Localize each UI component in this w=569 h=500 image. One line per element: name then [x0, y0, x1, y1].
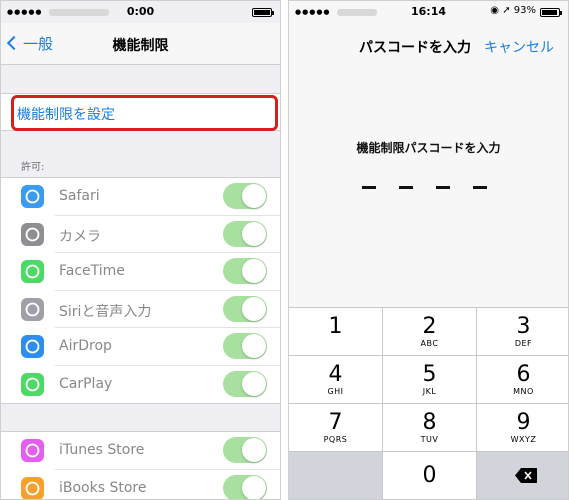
- key-digit: 4: [328, 362, 343, 387]
- keypad-key-5[interactable]: 5 JKL: [383, 356, 477, 404]
- row-label: iTunes Store: [59, 442, 145, 458]
- keypad-key-3[interactable]: 3 DEF: [477, 308, 568, 356]
- keypad-key-1[interactable]: 1: [289, 308, 383, 356]
- key-digit: 3: [516, 314, 531, 339]
- status-indicators: ◉ ➚ 93%: [490, 5, 536, 16]
- toggle-switch[interactable]: [223, 474, 267, 499]
- key-digit: 0: [422, 463, 437, 488]
- toggle-switch[interactable]: [223, 370, 267, 397]
- toggle-switch[interactable]: [223, 295, 267, 322]
- keypad-blank: [289, 452, 383, 499]
- passcode-digit-slot: [362, 186, 376, 189]
- ibooks-store-icon: [21, 476, 44, 499]
- status-bar: ●●●●● 16:14 ◉ ➚ 93%: [289, 1, 568, 23]
- page-title: パスコードを入力: [359, 40, 471, 56]
- delete-key[interactable]: [477, 452, 568, 499]
- carplay-icon: [21, 372, 44, 396]
- key-digit: 5: [422, 362, 437, 387]
- settings-row: FaceTime: [1, 253, 280, 291]
- toggle-switch[interactable]: [223, 437, 267, 463]
- settings-row: Safari: [1, 178, 280, 216]
- toggle-switch[interactable]: [223, 183, 267, 209]
- key-digit: 1: [328, 314, 343, 339]
- keypad-key-6[interactable]: 6 MNO: [477, 356, 568, 404]
- key-digit: 7: [328, 410, 343, 435]
- toggle-knob: [242, 438, 266, 462]
- backspace-icon: [515, 468, 537, 483]
- row-label: Safari: [59, 188, 100, 204]
- row-label: AirDrop: [59, 338, 112, 354]
- key-letters: ABC: [420, 339, 439, 348]
- settings-row: CarPlay: [1, 366, 280, 404]
- restrictions-screen: ●●●●● 0:00 一般 機能制限 機能制限を設定 許可: Safari カメラ…: [0, 0, 281, 500]
- siri-icon: [21, 297, 44, 321]
- settings-row: カメラ: [1, 216, 280, 253]
- status-bar: ●●●●● 0:00: [1, 1, 280, 23]
- key-letters: MNO: [513, 387, 534, 396]
- key-letters: WXYZ: [510, 435, 537, 444]
- toggle-knob: [242, 296, 266, 321]
- keypad-key-9[interactable]: 9 WXYZ: [477, 404, 568, 452]
- keypad-key-4[interactable]: 4 GHI: [289, 356, 383, 404]
- key-letters: JKL: [422, 387, 437, 396]
- key-letters: PQRS: [323, 435, 348, 444]
- row-label: カメラ: [59, 228, 101, 245]
- row-label: iBooks Store: [59, 479, 147, 496]
- keypad-key-2[interactable]: 2 ABC: [383, 308, 477, 356]
- key-digit: 2: [422, 314, 437, 339]
- toggle-knob: [242, 259, 266, 283]
- toggle-switch[interactable]: [223, 333, 267, 359]
- key-letters: DEF: [514, 339, 533, 348]
- keypad-key-7[interactable]: 7 PQRS: [289, 404, 383, 452]
- toggle-knob: [242, 184, 266, 208]
- keypad-key-0[interactable]: 0: [383, 452, 477, 499]
- toggle-knob: [242, 221, 266, 246]
- toggle-switch[interactable]: [223, 258, 267, 284]
- settings-row: Siriと音声入力: [1, 291, 280, 328]
- keypad-key-8[interactable]: 8 TUV: [383, 404, 477, 452]
- nav-bar: 一般 機能制限: [1, 23, 280, 65]
- key-letters: TUV: [420, 435, 439, 444]
- passcode-prompt: 機能制限パスコードを入力: [356, 141, 501, 155]
- toggle-switch[interactable]: [223, 220, 267, 247]
- key-digit: 8: [422, 410, 437, 435]
- battery-icon: [252, 8, 274, 17]
- itunes-store-icon: [21, 439, 44, 462]
- row-label: Siriと音声入力: [59, 303, 152, 320]
- toggle-knob: [242, 371, 266, 396]
- settings-row: iTunes Store: [1, 432, 280, 470]
- row-label: CarPlay: [59, 375, 113, 392]
- nav-bar: パスコードを入力 キャンセル: [289, 23, 568, 65]
- passcode-digit-slot: [436, 186, 450, 189]
- page-title: 機能制限: [112, 38, 169, 54]
- safari-icon: [21, 185, 44, 208]
- toggle-knob: [242, 475, 266, 499]
- passcode-screen: ●●●●● 16:14 ◉ ➚ 93% パスコードを入力 キャンセル 機能制限パ…: [288, 0, 569, 500]
- row-label: FaceTime: [59, 263, 125, 279]
- status-time: 0:00: [126, 5, 155, 18]
- allow-apps-list: Safari カメラ FaceTime Siriと音声入力 AirDrop CarPlay: [1, 177, 280, 404]
- settings-row: AirDrop: [1, 328, 280, 366]
- key-digit: 9: [516, 410, 531, 435]
- numeric-keypad: 1 2 ABC 3 DEF 4 GHI 5 JKL 6 MNO 7 PQRS 8 TUV 9 WXYZ 0: [289, 307, 568, 499]
- key-letters: GHI: [327, 387, 344, 396]
- camera-icon: [21, 222, 44, 246]
- passcode-digit-slot: [473, 186, 487, 189]
- red-highlight-box: [11, 95, 278, 131]
- battery-icon: [540, 8, 562, 17]
- allow-section-header: 許可:: [21, 162, 45, 173]
- store-apps-list: iTunes Store iBooks Store: [1, 431, 280, 499]
- passcode-digit-slot: [399, 186, 413, 189]
- cancel-button[interactable]: キャンセル: [484, 37, 554, 57]
- toggle-knob: [242, 334, 266, 358]
- airdrop-icon: [21, 335, 44, 358]
- facetime-icon: [21, 260, 44, 283]
- settings-row: iBooks Store: [1, 470, 280, 499]
- key-digit: 6: [516, 362, 531, 387]
